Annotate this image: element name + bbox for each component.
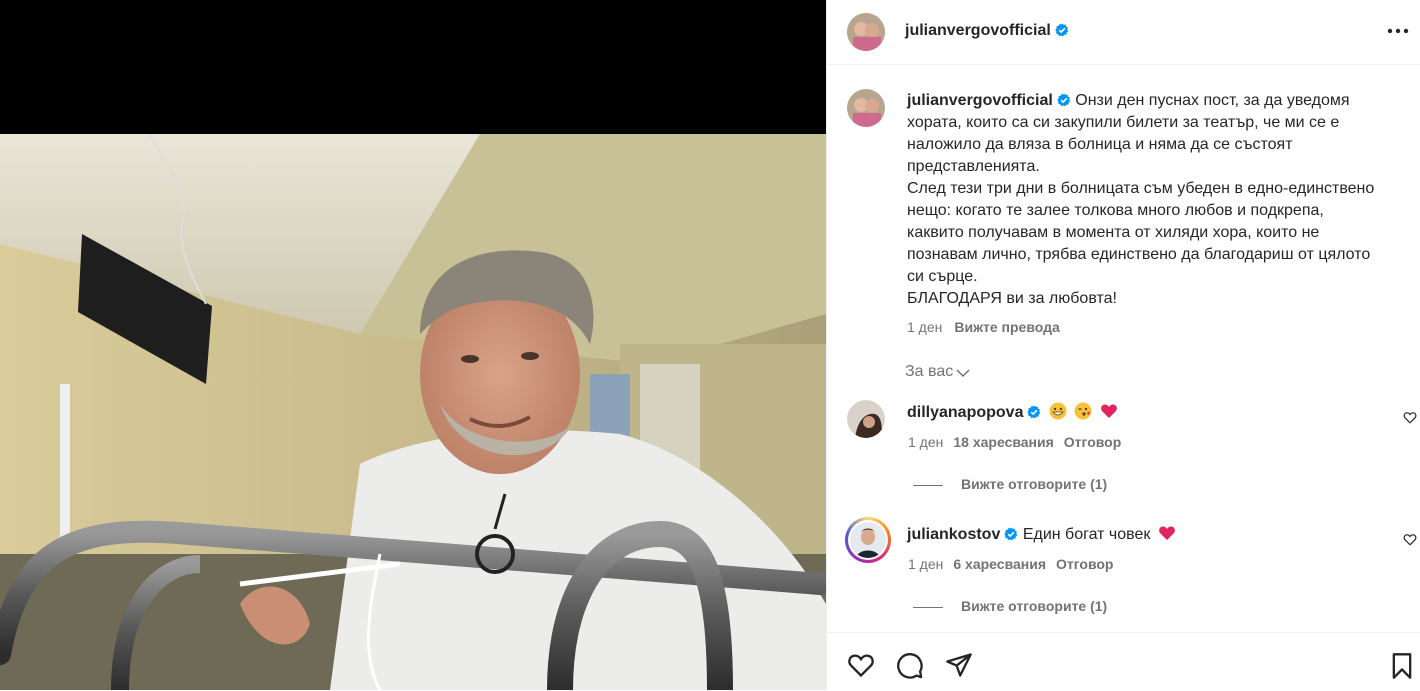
comment-icon[interactable]	[896, 652, 924, 680]
post-caption: julianvergovofficial Онзи ден пуснах пос…	[907, 90, 1407, 338]
grinning-face-emoji	[1049, 402, 1067, 420]
replies-divider	[913, 484, 943, 486]
avatar[interactable]	[847, 13, 885, 51]
comment-meta: 1 ден 18 харесвания Отговор	[908, 434, 1131, 450]
post-photo[interactable]	[0, 134, 826, 690]
verified-badge-icon	[1004, 527, 1018, 541]
caption-line: БЛАГОДАРЯ ви за любовта!	[907, 290, 1117, 307]
view-replies-label: Вижте отговорите (1)	[961, 598, 1108, 614]
winking-kiss-face-emoji	[1074, 402, 1092, 420]
verified-badge-icon	[1057, 93, 1071, 107]
comment-time[interactable]: 1 ден	[908, 556, 943, 572]
caption-line: нещо: когато те залее толкова много любо…	[907, 202, 1324, 219]
caption-line: Онзи ден пуснах пост, за да уведомя	[1075, 92, 1350, 109]
caption-line: си сърце.	[907, 268, 978, 285]
comment-likes[interactable]: 6 харесвания	[953, 556, 1046, 572]
see-translation-link[interactable]: Вижте превода	[954, 319, 1059, 335]
comment-like-heart-icon[interactable]	[1403, 533, 1417, 546]
post-media	[0, 0, 826, 690]
post-side-panel: julianvergovofficial julianvergovofficia…	[826, 0, 1420, 690]
verified-badge-icon	[1055, 23, 1069, 37]
commenter-avatar[interactable]	[847, 400, 885, 438]
post-action-bar	[827, 632, 1420, 691]
caption-avatar[interactable]	[847, 89, 885, 127]
red-heart-emoji	[1158, 526, 1175, 540]
share-icon[interactable]	[945, 652, 973, 678]
commenter-avatar[interactable]	[845, 517, 891, 563]
comment-username[interactable]: juliankostov	[907, 526, 1000, 543]
comment-meta: 1 ден 6 харесвания Отговор	[908, 556, 1124, 572]
replies-divider	[913, 606, 943, 608]
comment-like-heart-icon[interactable]	[1403, 411, 1417, 424]
caption-line: наложило да вляза в болница и няма да се…	[907, 136, 1293, 153]
caption-line: представленията.	[907, 158, 1040, 175]
caption-line: хората, които са си закупили билети за т…	[907, 114, 1340, 131]
view-replies-label: Вижте отговорите (1)	[961, 476, 1108, 492]
for-you-filter[interactable]: За вас	[905, 363, 970, 381]
caption-line: познавам лично, трябва единствено да бла…	[907, 246, 1371, 263]
heart-icon[interactable]	[847, 652, 875, 678]
view-replies-button[interactable]: Вижте отговорите (1)	[913, 598, 1107, 614]
comment-text: Един богат човек	[1022, 526, 1151, 543]
comment-likes[interactable]: 18 харесвания	[953, 434, 1053, 450]
caption-meta: 1 ден Вижте превода	[907, 316, 1407, 338]
chevron-down-icon	[956, 369, 970, 378]
caption-line: След тези три дни в болницата съм убеден…	[907, 180, 1375, 197]
for-you-label: За вас	[905, 363, 954, 380]
post-time[interactable]: 1 ден	[907, 319, 942, 335]
bookmark-icon[interactable]	[1390, 652, 1414, 680]
username[interactable]: julianvergovofficial	[905, 22, 1051, 39]
verified-badge-icon	[1027, 405, 1041, 419]
more-horizontal-icon[interactable]	[1385, 20, 1411, 40]
comment-username[interactable]: dillyanapopova	[907, 404, 1023, 421]
reply-button[interactable]: Отговор	[1056, 556, 1113, 572]
reply-button[interactable]: Отговор	[1064, 434, 1121, 450]
caption-username[interactable]: julianvergovofficial	[907, 92, 1053, 109]
comment-time[interactable]: 1 ден	[908, 434, 943, 450]
post-header: julianvergovofficial	[827, 0, 1420, 65]
caption-line: каквито получавам в момента от хиляди хо…	[907, 224, 1320, 241]
view-replies-button[interactable]: Вижте отговорите (1)	[913, 476, 1107, 492]
red-heart-emoji	[1100, 404, 1117, 418]
